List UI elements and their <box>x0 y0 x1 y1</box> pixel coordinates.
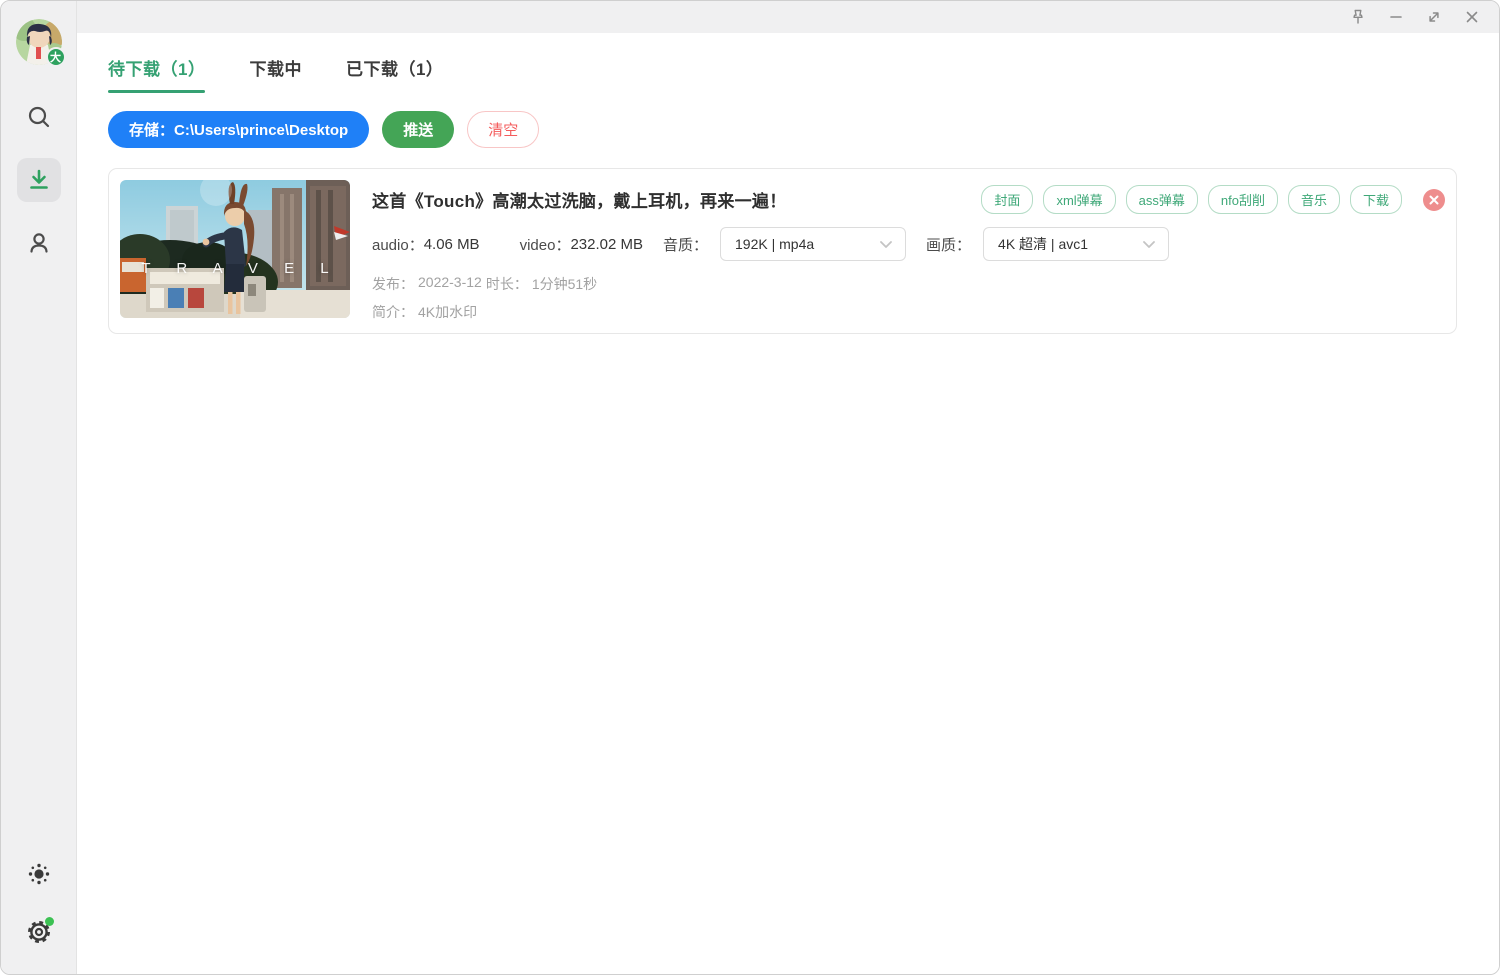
tab-pending-downloads[interactable]: 待下载（1） <box>108 55 205 93</box>
video-quality-select[interactable]: 4K 超清 | avc1 <box>983 227 1169 261</box>
chevron-down-icon <box>1142 240 1156 249</box>
video-size-value: 232.02 MB <box>570 236 643 253</box>
tag-music[interactable]: 音乐 <box>1288 185 1340 214</box>
settings-notification-dot <box>45 917 54 926</box>
publish-info-row: 发布： 2022-3-12 时长： 1分钟51秒 <box>372 274 1445 294</box>
option-tags: 封面 xml弹幕 ass弹幕 nfo刮削 音乐 下载 <box>981 185 1402 214</box>
intro-value: 4K加水印 <box>418 302 477 322</box>
sidebar-item-downloads[interactable] <box>17 158 61 202</box>
storage-path-button[interactable]: 存储：C:\Users\prince\Desktop <box>108 111 369 148</box>
push-button[interactable]: 推送 <box>382 111 454 148</box>
minimize-button[interactable] <box>1377 3 1415 31</box>
duration-label: 时长： <box>486 274 528 294</box>
sidebar-item-search[interactable] <box>17 95 61 139</box>
audio-size-label: audio： <box>372 234 424 255</box>
audio-quality-select[interactable]: 192K | mp4a <box>720 227 906 261</box>
duration-value: 1分钟51秒 <box>532 274 597 294</box>
media-info-row: audio： 4.06 MB video： 232.02 MB 音质： 192K… <box>372 227 1445 261</box>
close-icon <box>1428 194 1440 206</box>
titlebar <box>77 1 1499 33</box>
maximize-button[interactable] <box>1415 3 1453 31</box>
thumbnail-overlay-text: T R A V E L <box>120 260 350 277</box>
close-window-button[interactable] <box>1453 3 1491 31</box>
tag-nfo-scrape[interactable]: nfo刮削 <box>1208 185 1278 214</box>
tag-ass-danmaku[interactable]: ass弹幕 <box>1126 185 1198 214</box>
audio-quality-label: 音质： <box>663 234 708 255</box>
publish-label: 发布： <box>372 274 414 294</box>
tab-downloading[interactable]: 下载中 <box>249 55 302 93</box>
audio-quality-selected: 192K | mp4a <box>735 236 879 252</box>
sun-icon <box>26 861 52 887</box>
tag-cover[interactable]: 封面 <box>981 185 1033 214</box>
toolbar: 存储：C:\Users\prince\Desktop 推送 清空 <box>108 111 1457 148</box>
download-item-card: T R A V E L 这首《Touch》高潮太过洗脑，戴上耳机，再来一遍！ 封… <box>108 168 1457 334</box>
main-content: 待下载（1） 下载中 已下载（1） 存储：C:\Users\prince\Des… <box>77 33 1499 974</box>
pin-icon <box>1349 8 1367 26</box>
user-icon <box>26 230 52 256</box>
close-icon <box>1463 8 1481 26</box>
download-item-info: 这首《Touch》高潮太过洗脑，戴上耳机，再来一遍！ 封面 xml弹幕 ass弹… <box>372 180 1445 322</box>
sidebar: 大 <box>1 1 77 974</box>
publish-date: 2022-3-12 <box>418 274 482 294</box>
intro-label: 简介： <box>372 302 414 322</box>
search-icon <box>26 104 52 130</box>
sidebar-item-account[interactable] <box>17 221 61 265</box>
maximize-icon <box>1425 8 1443 26</box>
tag-xml-danmaku[interactable]: xml弹幕 <box>1043 185 1115 214</box>
video-size-label: video： <box>520 234 571 255</box>
theme-toggle[interactable] <box>17 852 61 896</box>
pin-window-button[interactable] <box>1339 3 1377 31</box>
remove-item-button[interactable] <box>1423 189 1445 211</box>
settings-button[interactable] <box>17 910 61 954</box>
title-row: 这首《Touch》高潮太过洗脑，戴上耳机，再来一遍！ 封面 xml弹幕 ass弹… <box>372 185 1445 214</box>
avatar-badge: 大 <box>46 47 66 67</box>
intro-row: 简介： 4K加水印 <box>372 302 1445 322</box>
minimize-icon <box>1387 8 1405 26</box>
thumbnail-image <box>120 180 350 318</box>
tag-download[interactable]: 下载 <box>1350 185 1402 214</box>
user-avatar[interactable]: 大 <box>16 19 62 65</box>
clear-button[interactable]: 清空 <box>467 111 539 148</box>
download-icon <box>26 167 52 193</box>
tab-downloaded[interactable]: 已下载（1） <box>346 55 443 93</box>
video-thumbnail[interactable]: T R A V E L <box>120 180 350 318</box>
video-title: 这首《Touch》高潮太过洗脑，戴上耳机，再来一遍！ <box>372 187 787 212</box>
tab-bar: 待下载（1） 下载中 已下载（1） <box>108 55 1457 93</box>
audio-size-value: 4.06 MB <box>424 236 480 253</box>
video-quality-selected: 4K 超清 | avc1 <box>998 234 1142 254</box>
chevron-down-icon <box>879 240 893 249</box>
app-window: 大 <box>0 0 1500 975</box>
video-quality-label: 画质： <box>926 234 971 255</box>
